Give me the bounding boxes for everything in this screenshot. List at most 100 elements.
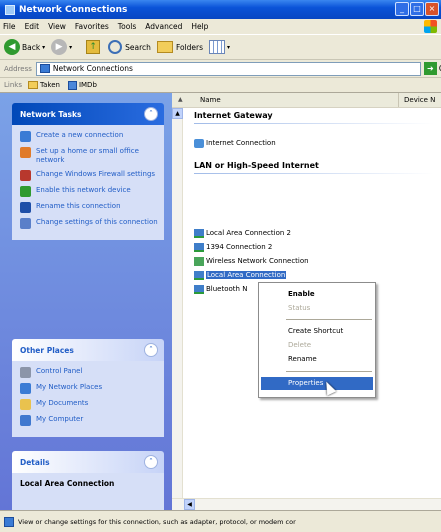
bluetooth-connection-icon [194,284,204,294]
item-wireless-connection[interactable]: Wireless Network Connection [194,255,309,267]
item-internet-connection[interactable]: Internet Connection [194,137,276,149]
menu-properties[interactable]: Properties [261,377,373,390]
network-tasks-title: Network Tasks [20,109,82,119]
menu-favorites[interactable]: Favorites [75,22,109,31]
sort-arrow-icon: ▲ [178,96,183,103]
links-bar: Links Taken IMDb [0,78,441,93]
computer-icon [20,415,31,426]
folder-icon [27,81,38,89]
search-button[interactable]: Search [108,40,151,54]
menu-help[interactable]: Help [191,22,208,31]
horizontal-scrollbar[interactable]: ◀ [172,498,441,510]
other-places-header[interactable]: Other Places ˆ [12,339,164,361]
menu-separator [286,371,372,372]
item-local-area-connection-2[interactable]: Local Area Connection 2 [194,227,291,239]
task-change-settings[interactable]: Change settings of this connection [20,218,158,229]
enable-icon [20,186,31,197]
task-home-network[interactable]: Set up a home or small office network [20,147,158,165]
maximize-button[interactable]: □ [410,2,424,16]
item-label: Bluetooth N [206,285,248,293]
item-label: Local Area Connection 2 [206,229,291,237]
search-icon [108,40,123,54]
collapse-chevron-icon[interactable]: ˆ [144,107,158,121]
item-1394-connection-2[interactable]: 1394 Connection 2 [194,241,272,253]
window-title: Network Connections [19,4,128,15]
column-name[interactable]: Name [200,96,221,104]
go-button[interactable]: ➜ Go [423,62,441,75]
group-internet-gateway: Internet Gateway [194,111,273,120]
task-firewall[interactable]: Change Windows Firewall settings [20,170,158,181]
web-page-icon [67,80,77,90]
menu-edit[interactable]: Edit [25,22,40,31]
task-label: Change settings of this connection [36,218,158,226]
menu-file[interactable]: File [3,22,16,31]
back-button[interactable]: ◀ Back ▾ [4,39,45,55]
other-places-body: Control Panel My Network Places My Docum… [12,361,164,437]
lan-connection-icon [194,242,204,252]
network-tasks-header[interactable]: Network Tasks ˆ [12,103,164,125]
menu-advanced[interactable]: Advanced [145,22,182,31]
back-arrow-icon: ◀ [4,39,20,55]
windows-logo-icon [424,20,437,33]
menu-rename[interactable]: Rename [261,353,373,366]
network-connections-icon [5,4,15,15]
column-divider[interactable] [398,93,399,107]
item-label: 1394 Connection 2 [206,243,273,251]
menu-tools[interactable]: Tools [118,22,136,31]
item-label: Internet Connection [206,139,276,147]
views-dropdown-icon: ▾ [227,43,231,51]
link-taken[interactable]: Taken [27,81,60,89]
details-header[interactable]: Details ˆ [12,451,164,473]
status-text: View or change settings for this connect… [18,517,296,526]
network-places-icon [20,383,31,394]
address-input[interactable]: Network Connections [35,61,421,76]
link-imdb-label: IMDb [78,81,97,89]
details-body: Local Area Connection [12,473,164,510]
status-bar: View or change settings for this connect… [0,510,441,532]
views-icon [209,40,226,54]
column-header-row: ▲ Name Device N [172,93,441,108]
place-network-places[interactable]: My Network Places [20,383,158,394]
link-imdb[interactable]: IMDb [67,80,97,90]
toolbar: ◀ Back ▾ ▶ ▾ ↑ Search Folders ▾ [0,34,441,60]
group-lan: LAN or High-Speed Internet [194,161,319,170]
rename-icon [20,202,31,213]
task-enable-device[interactable]: Enable this network device [20,186,158,197]
context-menu: Enable Status Create Shortcut Delete Ren… [258,282,376,398]
menu-create-shortcut[interactable]: Create Shortcut [261,325,373,338]
place-control-panel[interactable]: Control Panel [20,367,158,378]
place-my-documents[interactable]: My Documents [20,399,158,410]
details-title: Details [20,457,50,467]
vertical-scrollbar[interactable]: ▲ [172,108,183,503]
menu-enable[interactable]: Enable [261,288,373,301]
folders-button[interactable]: Folders [156,41,203,53]
column-device-name[interactable]: Device N [404,96,435,104]
task-create-connection[interactable]: Create a new connection [20,131,158,142]
back-dropdown-icon[interactable]: ▾ [40,44,45,51]
views-button[interactable]: ▾ [209,40,230,54]
forward-dropdown-icon[interactable]: ▾ [69,44,72,51]
place-my-computer[interactable]: My Computer [20,415,158,426]
links-label: Links [4,81,22,89]
scroll-up-icon[interactable]: ▲ [172,108,183,119]
wireless-connection-icon [194,256,204,266]
task-rename[interactable]: Rename this connection [20,202,158,213]
lan-connection-icon [194,270,204,280]
settings-icon [20,218,31,229]
item-local-area-connection[interactable]: Local Area Connection [194,269,287,281]
menu-separator [286,319,372,320]
minimize-button[interactable]: _ [395,2,409,16]
place-label: My Network Places [36,383,103,391]
scroll-left-icon[interactable]: ◀ [184,499,195,510]
menu-bar: File Edit View Favorites Tools Advanced … [0,19,441,34]
title-bar: Network Connections _ □ × [0,0,441,19]
forward-button[interactable]: ▶ ▾ [51,39,72,55]
menu-view[interactable]: View [48,22,66,31]
close-button[interactable]: × [425,2,439,16]
collapse-chevron-icon[interactable]: ˆ [144,455,158,469]
collapse-chevron-icon[interactable]: ˆ [144,343,158,357]
item-bluetooth[interactable]: Bluetooth N [194,283,247,295]
item-label: Wireless Network Connection [206,257,309,265]
task-label: Set up a home or small office network [36,147,139,164]
up-folder-icon[interactable]: ↑ [86,40,101,54]
